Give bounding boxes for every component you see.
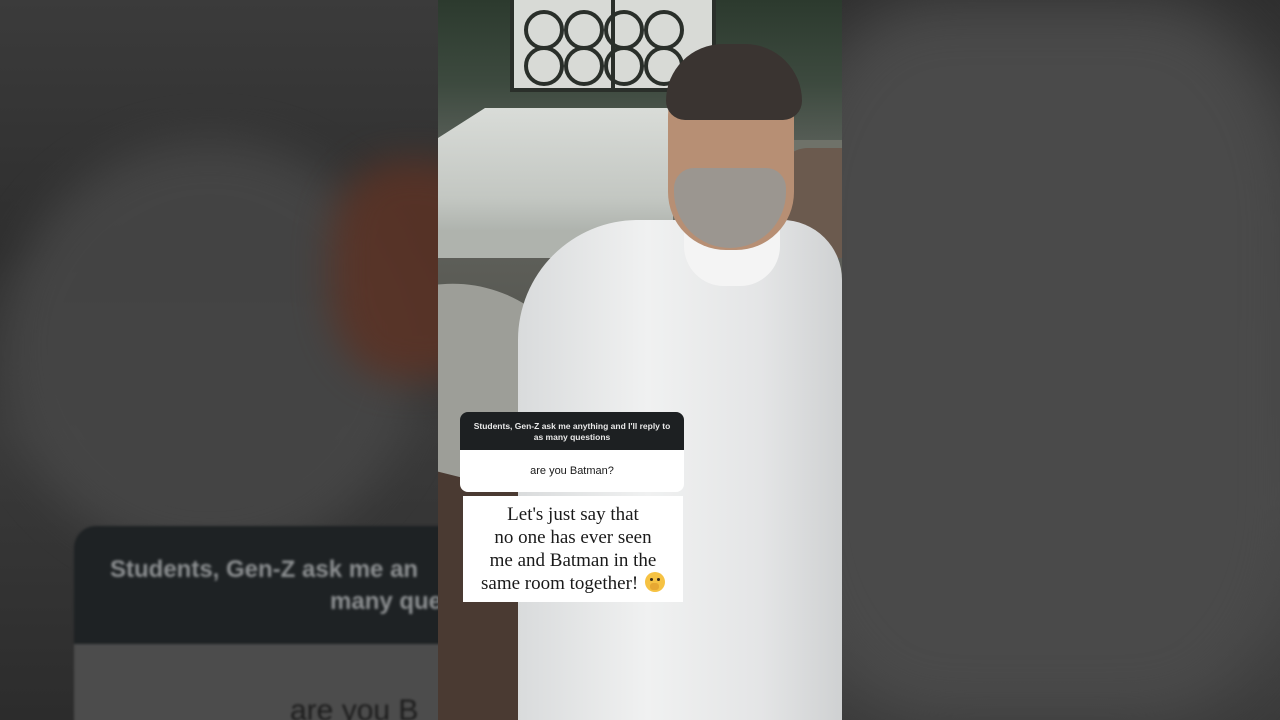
sticker-question: are you Batman? xyxy=(460,450,684,492)
question-sticker: Students, Gen-Z ask me anything and I'll… xyxy=(460,412,684,492)
blurred-prompt-line2: many que xyxy=(330,588,438,615)
video-frame xyxy=(438,0,842,720)
blurred-prompt-line1: Students, Gen-Z ask me an xyxy=(110,556,419,583)
blurred-orange-figure xyxy=(330,160,438,380)
blurred-shirt xyxy=(842,0,1280,720)
blurred-question-card: Students, Gen-Z ask me an many que are y… xyxy=(74,526,438,720)
reply-line-1: Let's just say that xyxy=(507,504,639,525)
blurred-card-question: are you B xyxy=(74,644,438,720)
reply-caption: Let's just say that no one has ever seen… xyxy=(463,496,683,602)
blurred-background-right xyxy=(842,0,1280,720)
shushing-face-icon xyxy=(644,572,665,592)
reply-line-4-text: same room together! xyxy=(481,573,639,594)
blurred-card-prompt: Students, Gen-Z ask me an many que xyxy=(74,526,438,644)
reply-line-3: me and Batman in the xyxy=(489,550,657,571)
blurred-background-left: Students, Gen-Z ask me an many que are y… xyxy=(0,0,438,720)
reply-line-2: no one has ever seen xyxy=(494,527,652,548)
sticker-prompt: Students, Gen-Z ask me anything and I'll… xyxy=(460,412,684,450)
reply-line-4: same room together! xyxy=(467,572,679,595)
